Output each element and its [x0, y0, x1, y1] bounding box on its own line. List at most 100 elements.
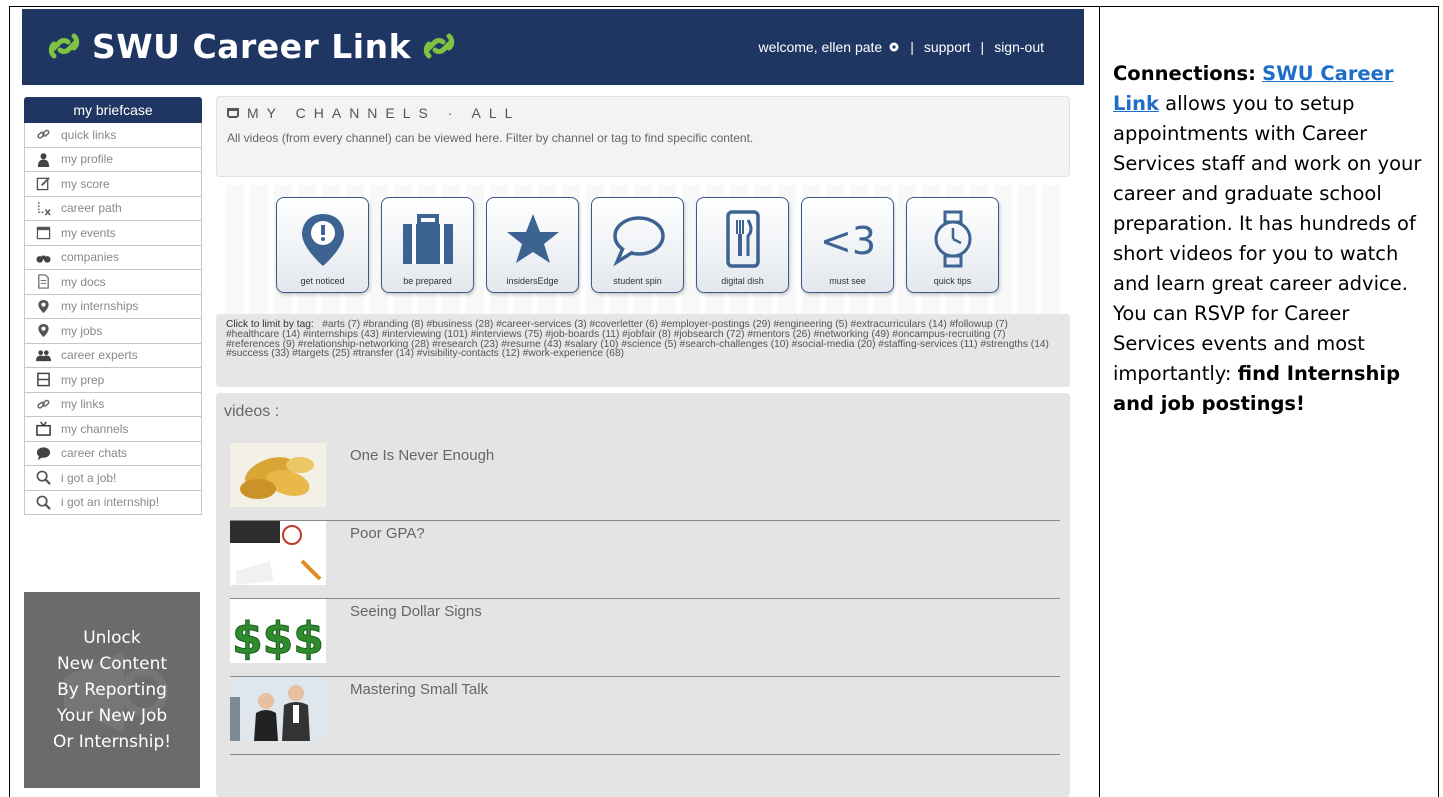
support-link[interactable]: support — [924, 39, 971, 55]
sidebar-item-label: my jobs — [61, 323, 103, 338]
tile-get-noticed[interactable]: get noticed — [276, 197, 369, 293]
video-title[interactable]: One Is Never Enough — [350, 447, 494, 464]
person-icon — [35, 151, 51, 167]
sidebar-item-label: my prep — [61, 372, 105, 387]
promo-line: By Reporting — [57, 680, 167, 700]
tv-icon — [227, 108, 239, 118]
sidebar-item-label: my events — [61, 225, 116, 240]
sidebar-item-label: my profile — [61, 152, 114, 167]
sidebar-item-label: career experts — [61, 348, 138, 363]
sidebar-item-label: career chats — [61, 446, 128, 461]
promo-line: Your New Job — [56, 706, 168, 726]
videos-title: videos : — [224, 403, 280, 420]
video-title[interactable]: Poor GPA? — [350, 525, 425, 542]
sidebar-item-my-jobs[interactable]: my jobs — [24, 319, 202, 344]
link-icon — [35, 396, 51, 412]
channels-header: MY CHANNELS · ALL All videos (from every… — [216, 96, 1070, 177]
sign-out-link[interactable]: sign-out — [994, 39, 1044, 55]
tv-icon — [35, 421, 51, 437]
edit-icon — [35, 176, 51, 192]
promo-line: Or Internship! — [52, 732, 172, 752]
tag-list[interactable]: #arts (7) #branding (8) #business (28) #… — [226, 319, 1049, 359]
brand-logo[interactable]: SWU Career Link — [36, 21, 467, 71]
video-item[interactable]: $$$ Seeing Dollar Signs — [230, 599, 1060, 677]
tile-label: must see — [829, 276, 866, 286]
sidebar-item-my-events[interactable]: my events — [24, 221, 202, 246]
chips-thumbnail — [230, 443, 326, 507]
tile-label: be prepared — [403, 276, 452, 286]
video-title[interactable]: Seeing Dollar Signs — [350, 603, 482, 620]
sidebar-item-my-internships[interactable]: my internships — [24, 294, 202, 319]
chain-link-icon — [423, 33, 455, 59]
sidebar-item-label: career path — [61, 201, 122, 216]
tile-label: insidersEdge — [506, 276, 559, 286]
group-icon — [35, 347, 51, 363]
tile-insidersedge[interactable]: insidersEdge — [486, 197, 579, 293]
film-icon — [35, 372, 51, 388]
speech-bubble-icon — [612, 216, 665, 267]
link-icon — [35, 127, 51, 143]
channels-title-text: MY CHANNELS · ALL — [247, 105, 521, 121]
exclamation-pin-icon — [301, 214, 344, 266]
sidebar-item-career-experts[interactable]: career experts — [24, 343, 202, 368]
tile-label: student spin — [613, 276, 662, 286]
description-colon: : — [1248, 62, 1256, 85]
video-item[interactable]: Mastering Small Talk — [230, 677, 1060, 755]
sidebar-item-label: companies — [61, 250, 120, 265]
sidebar-item-i-got-an-internship[interactable]: i got an internship! — [24, 490, 202, 515]
dollar-thumbnail: $$$ — [230, 599, 326, 663]
tile-label: get noticed — [300, 276, 345, 286]
sidebar-item-my-profile[interactable]: my profile — [24, 147, 202, 172]
sidebar-item-i-got-a-job[interactable]: i got a job! — [24, 466, 202, 491]
tile-digital-dish[interactable]: digital dish — [696, 197, 789, 293]
brand-name: SWU Career Link — [92, 26, 412, 66]
sidebar-item-my-docs[interactable]: my docs — [24, 270, 202, 295]
map-pin-icon — [35, 298, 51, 314]
sidebar: my briefcase quick links my profile my sco… — [24, 97, 202, 515]
tile-student-spin[interactable]: student spin — [591, 197, 684, 293]
channels-title: MY CHANNELS · ALL — [227, 105, 520, 121]
sidebar-item-quick-links[interactable]: quick links — [24, 123, 202, 148]
tile-quick-tips[interactable]: quick tips — [906, 197, 999, 293]
video-item[interactable]: One Is Never Enough — [230, 443, 1060, 521]
sidebar-item-label: my internships — [61, 299, 139, 314]
sidebar-item-my-prep[interactable]: my prep — [24, 368, 202, 393]
gear-icon[interactable] — [888, 41, 900, 53]
welcome-text: welcome, ellen pate — [758, 39, 883, 55]
binoculars-icon — [35, 249, 51, 265]
tag-filter-bar[interactable]: Click to limit by tag: #arts (7) #brandi… — [216, 314, 1070, 387]
channels-description: All videos (from every channel) can be v… — [227, 131, 754, 145]
sidebar-item-career-chats[interactable]: career chats — [24, 441, 202, 466]
description-body: allows you to setup appointments with Ca… — [1113, 92, 1422, 385]
tile-label: quick tips — [933, 276, 972, 286]
video-title[interactable]: Mastering Small Talk — [350, 681, 488, 698]
site-header: SWU Career Link welcome, ellen pate | su… — [22, 9, 1084, 85]
sidebar-item-career-path[interactable]: career path — [24, 196, 202, 221]
top-nav: welcome, ellen pate | support | sign-out — [758, 39, 1044, 55]
description-text: Connections: SWU Career Link allows you … — [1113, 59, 1435, 419]
table-divider — [1099, 7, 1100, 797]
tile-be-prepared[interactable]: be prepared — [381, 197, 474, 293]
tile-must-see[interactable]: <3 must see — [801, 197, 894, 293]
video-item[interactable]: Poor GPA? — [230, 521, 1060, 599]
separator: | — [980, 39, 985, 55]
phone-dish-icon — [725, 210, 760, 268]
sidebar-item-my-channels[interactable]: my channels — [24, 417, 202, 442]
channel-tiles: get noticed be prepared insidersEdge stu… — [226, 185, 1066, 315]
sidebar-item-label: my score — [61, 176, 110, 191]
sidebar-item-label: my docs — [61, 274, 106, 289]
promo-banner[interactable]: Unlock New Content By Reporting Your New Jo… — [24, 592, 200, 788]
document-icon — [35, 274, 51, 290]
sidebar-item-my-score[interactable]: my score — [24, 172, 202, 197]
sidebar-item-label: quick links — [61, 127, 117, 142]
star-icon — [506, 214, 559, 263]
sidebar-item-my-links[interactable]: my links — [24, 392, 202, 417]
sidebar-item-companies[interactable]: companies — [24, 245, 202, 270]
briefcase-icon — [402, 214, 453, 264]
exam-thumbnail — [230, 521, 326, 585]
magnifier-icon — [35, 494, 51, 510]
sidebar-item-label: my links — [61, 397, 105, 412]
separator: | — [910, 39, 914, 55]
sidebar-heading[interactable]: my briefcase — [24, 97, 202, 123]
magnifier-icon — [35, 470, 51, 486]
